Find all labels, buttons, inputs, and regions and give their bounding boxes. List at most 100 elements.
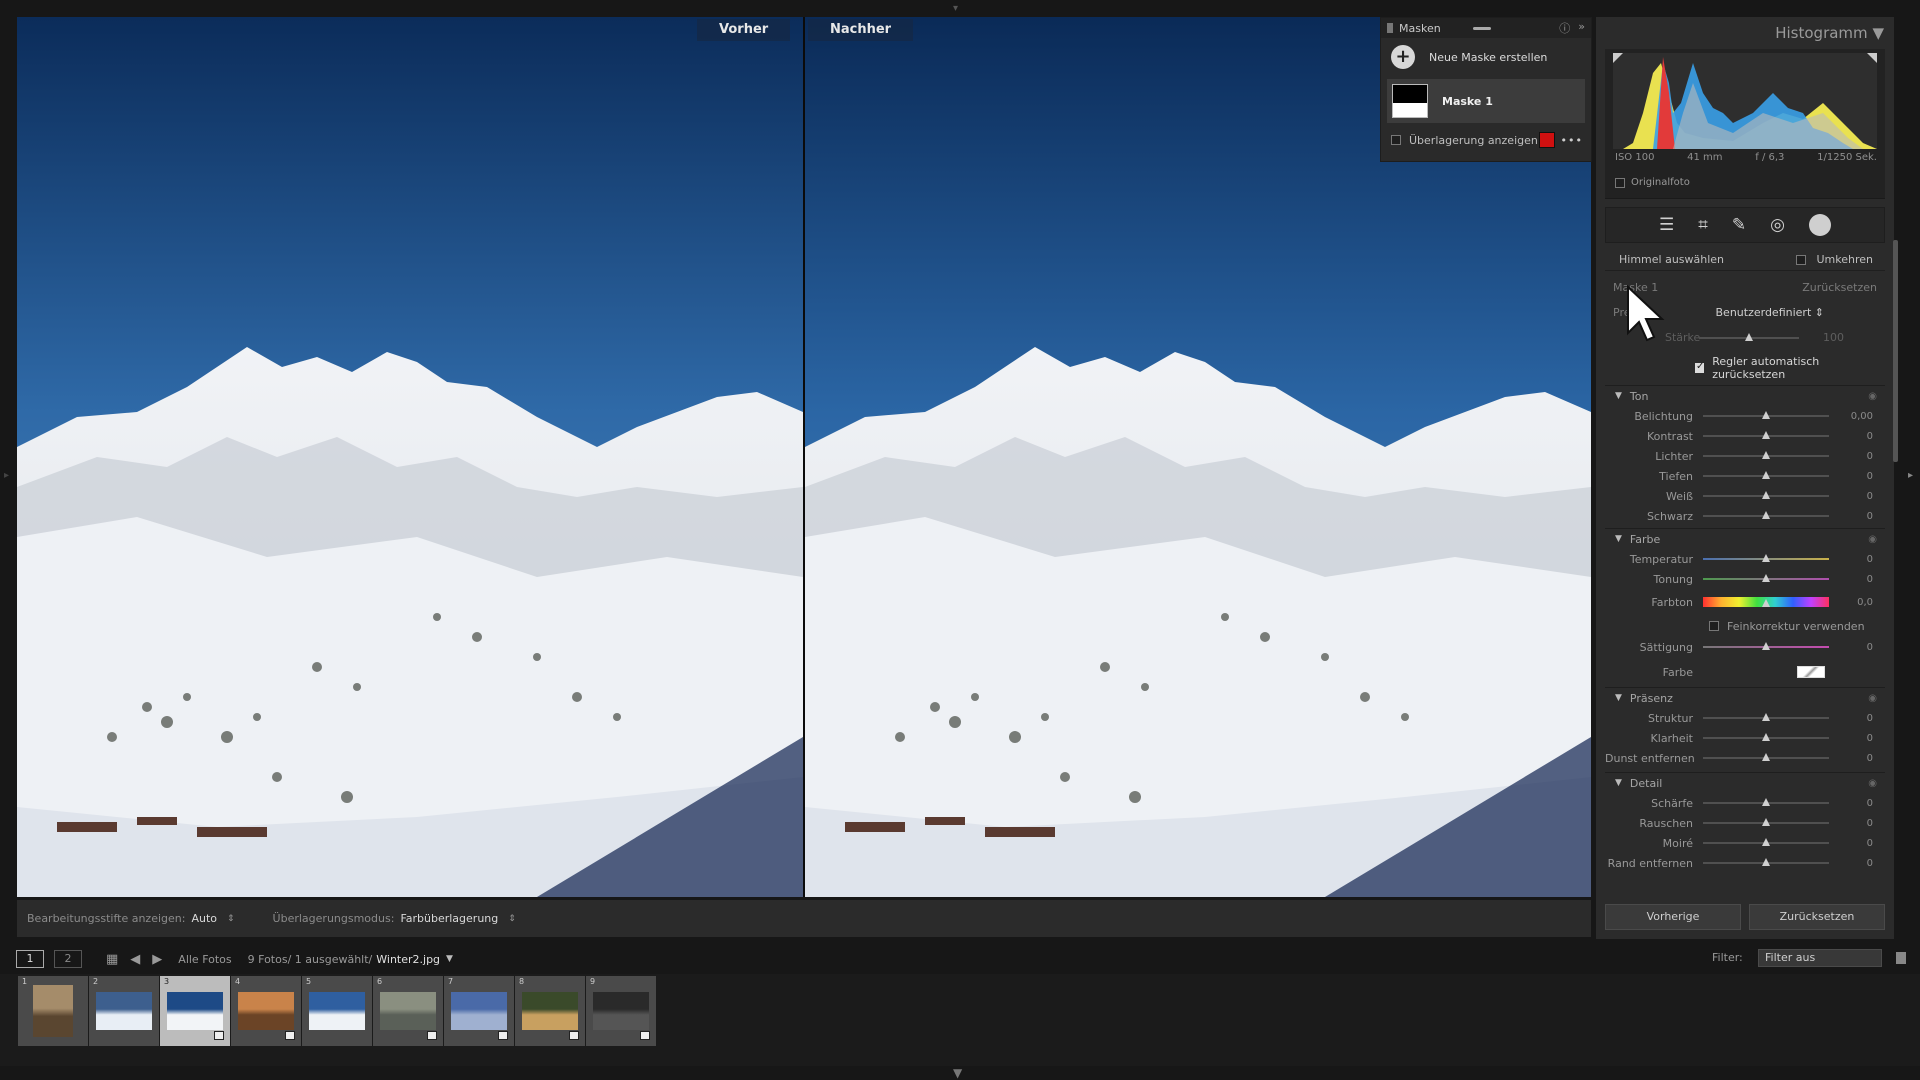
filter-lock-icon[interactable]: [1896, 952, 1906, 964]
bottom-panel-toggle-icon[interactable]: ▼: [953, 1066, 962, 1080]
slider-thumb[interactable]: [1762, 451, 1770, 459]
slider-track[interactable]: [1703, 798, 1829, 806]
more-options-icon[interactable]: •••: [1561, 134, 1583, 147]
edited-badge-icon[interactable]: [569, 1031, 579, 1040]
masks-panel-header[interactable]: Masken ⓘ »: [1381, 18, 1591, 38]
filmstrip-thumbnail[interactable]: 6: [373, 976, 443, 1046]
slider-track[interactable]: [1703, 491, 1829, 499]
invert-checkbox[interactable]: [1796, 254, 1807, 265]
pins-dropdown[interactable]: Auto: [191, 912, 217, 925]
expand-triangle-icon[interactable]: ▼: [1615, 778, 1622, 788]
filename-dropdown-icon[interactable]: ▼: [446, 954, 453, 964]
filmstrip-thumbnail[interactable]: 2: [89, 976, 159, 1046]
panel-grip-icon[interactable]: [1387, 23, 1393, 33]
collapse-icon[interactable]: »: [1578, 20, 1585, 36]
slider-thumb[interactable]: [1762, 471, 1770, 479]
edit-sliders-icon[interactable]: ☰: [1659, 215, 1674, 235]
overlay-mode-dropdown[interactable]: Farbüberlagerung: [400, 912, 498, 925]
slider-track[interactable]: [1703, 411, 1829, 419]
slider-thumb[interactable]: [1762, 733, 1770, 741]
dropdown-arrows-icon[interactable]: ⇕: [508, 914, 516, 924]
slider-struktur[interactable]: Struktur 0: [1605, 708, 1885, 728]
expand-triangle-icon[interactable]: ▼: [1615, 693, 1622, 703]
back-arrow-icon[interactable]: ◀: [130, 952, 140, 967]
temperature-slider[interactable]: Temperatur 0: [1605, 549, 1885, 569]
color-picker-swatch[interactable]: [1797, 666, 1825, 678]
second-monitor-button[interactable]: 2: [54, 950, 82, 968]
show-overlay-checkbox[interactable]: [1391, 135, 1401, 145]
expand-triangle-icon[interactable]: ▼: [1615, 391, 1622, 401]
tone-section-header[interactable]: ▼ Ton ◉: [1605, 386, 1885, 406]
collapse-triangle-icon[interactable]: ▼: [1872, 24, 1884, 42]
slider-thumb[interactable]: [1762, 491, 1770, 499]
filmstrip-thumbnail[interactable]: 5: [302, 976, 372, 1046]
help-icon[interactable]: ⓘ: [1559, 20, 1570, 36]
expand-triangle-icon[interactable]: ▼: [1615, 534, 1622, 544]
slider-track[interactable]: [1703, 431, 1829, 439]
slider-thumb[interactable]: [1762, 838, 1770, 846]
histogram[interactable]: ISO 100 41 mm f / 6,3 1/1250 Sek. Origin…: [1605, 49, 1885, 199]
filmstrip-thumbnail[interactable]: 3: [160, 976, 230, 1046]
slider-klarheit[interactable]: Klarheit 0: [1605, 728, 1885, 748]
eye-icon[interactable]: ◉: [1868, 391, 1877, 402]
eye-icon[interactable]: ◉: [1868, 534, 1877, 545]
edited-badge-icon[interactable]: [640, 1031, 650, 1040]
slider-rand-entfernen[interactable]: Rand entfernen 0: [1605, 853, 1885, 873]
slider-tiefen[interactable]: Tiefen 0: [1605, 466, 1885, 486]
grid-icon[interactable]: ▦: [106, 952, 118, 967]
current-filename[interactable]: Winter2.jpg: [376, 953, 440, 966]
minimize-icon[interactable]: [1472, 26, 1491, 30]
slider-track[interactable]: [1703, 471, 1829, 479]
right-panel-toggle-icon[interactable]: ▸: [1908, 470, 1913, 481]
left-panel-toggle-icon[interactable]: ▸: [4, 470, 9, 481]
hue-slider[interactable]: Farbton 0,0: [1605, 589, 1885, 615]
red-eye-icon[interactable]: ◎: [1770, 215, 1785, 235]
auto-reset-checkbox[interactable]: [1695, 361, 1705, 373]
slider-track[interactable]: [1703, 818, 1829, 826]
histogram-header[interactable]: Histogramm ▼: [1596, 17, 1894, 49]
dropdown-arrows-icon[interactable]: ⇕: [227, 914, 235, 924]
slider-weiß[interactable]: Weiß 0: [1605, 486, 1885, 506]
crop-icon[interactable]: ⌗: [1698, 215, 1708, 235]
overlay-color-swatch[interactable]: [1538, 132, 1555, 148]
top-panel-toggle-icon[interactable]: ▾: [953, 3, 958, 14]
slider-track[interactable]: [1703, 753, 1829, 761]
mask-list-item[interactable]: Maske 1: [1387, 79, 1585, 123]
main-monitor-button[interactable]: 1: [16, 950, 44, 968]
slider-rauschen[interactable]: Rauschen 0: [1605, 813, 1885, 833]
slider-thumb[interactable]: [1762, 511, 1770, 519]
slider-schärfe[interactable]: Schärfe 0: [1605, 793, 1885, 813]
eye-icon[interactable]: ◉: [1868, 693, 1877, 704]
filmstrip-thumbnail[interactable]: 9: [586, 976, 656, 1046]
slider-kontrast[interactable]: Kontrast 0: [1605, 426, 1885, 446]
slider-track[interactable]: [1703, 733, 1829, 741]
mask-reset-button[interactable]: Zurücksetzen: [1802, 281, 1877, 294]
healing-icon[interactable]: ✎: [1732, 215, 1746, 235]
before-view[interactable]: Vorher: [17, 17, 803, 897]
edited-badge-icon[interactable]: [427, 1031, 437, 1040]
slider-thumb[interactable]: [1762, 798, 1770, 806]
eye-icon[interactable]: ◉: [1868, 778, 1877, 789]
saturation-slider[interactable]: Sättigung 0: [1605, 637, 1885, 657]
slider-track[interactable]: [1703, 858, 1829, 866]
presence-section-header[interactable]: ▼ Präsenz ◉: [1605, 688, 1885, 708]
fine-tune-checkbox[interactable]: [1709, 621, 1719, 631]
original-photo-checkbox[interactable]: [1615, 177, 1625, 188]
filter-dropdown[interactable]: Filter aus: [1758, 949, 1882, 967]
edited-badge-icon[interactable]: [214, 1031, 224, 1040]
new-mask-button[interactable]: + Neue Maske erstellen: [1381, 41, 1591, 73]
slider-track[interactable]: [1703, 511, 1829, 519]
detail-section-header[interactable]: ▼ Detail ◉: [1605, 773, 1885, 793]
slider-thumb[interactable]: [1762, 713, 1770, 721]
edited-badge-icon[interactable]: [498, 1031, 508, 1040]
tint-slider[interactable]: Tonung 0: [1605, 569, 1885, 589]
slider-schwarz[interactable]: Schwarz 0: [1605, 506, 1885, 526]
slider-thumb[interactable]: [1762, 753, 1770, 761]
edited-badge-icon[interactable]: [285, 1031, 295, 1040]
slider-thumb[interactable]: [1762, 818, 1770, 826]
slider-belichtung[interactable]: Belichtung 0,00: [1605, 406, 1885, 426]
forward-arrow-icon[interactable]: ▶: [152, 952, 162, 967]
masking-icon[interactable]: [1808, 214, 1831, 236]
filmstrip-thumbnail[interactable]: 4: [231, 976, 301, 1046]
slider-moir-[interactable]: Moiré 0: [1605, 833, 1885, 853]
